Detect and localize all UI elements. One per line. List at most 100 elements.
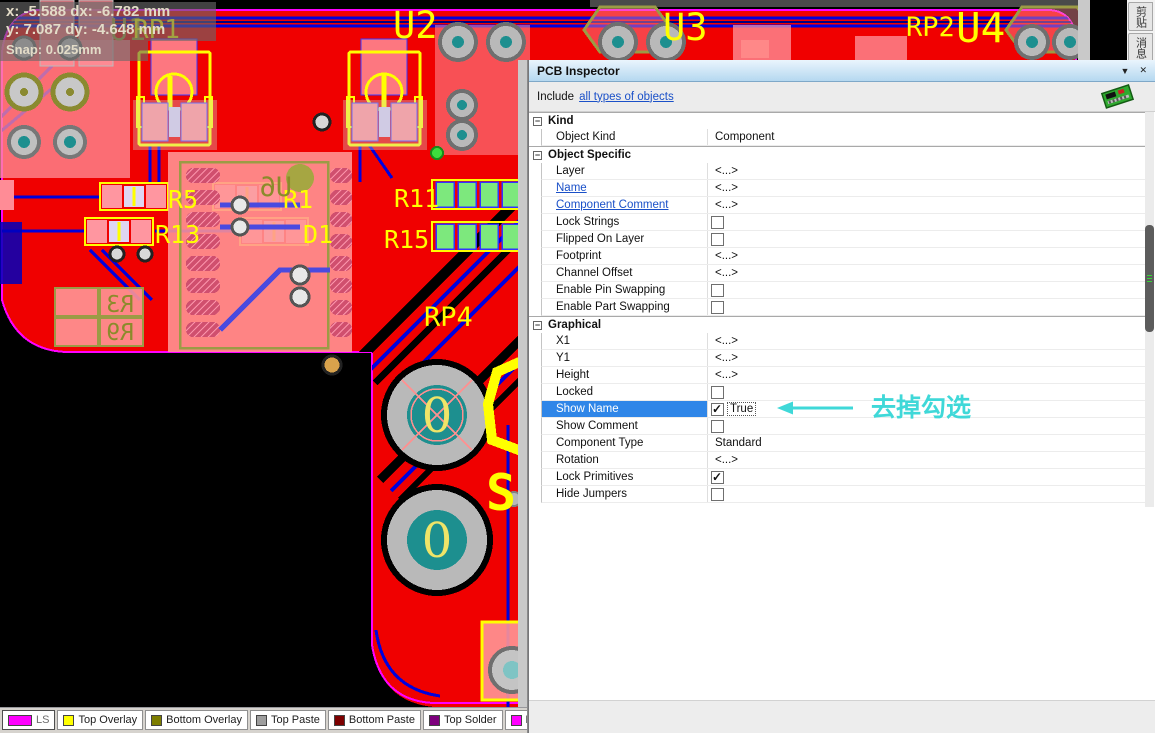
- prop-value: <...>: [715, 369, 738, 381]
- panel-header[interactable]: PCB Inspector ▼ ✕: [529, 60, 1155, 82]
- prop-row-component-comment[interactable]: Component Comment<...>: [541, 197, 1145, 214]
- prop-value: Component: [715, 131, 774, 143]
- prop-value-cell[interactable]: Component: [708, 129, 1145, 145]
- label-r9-mirrored: R9: [106, 320, 134, 346]
- side-panel-tab[interactable]: 剪贴: [1128, 2, 1153, 31]
- prop-row-channel-offset[interactable]: Channel Offset<...>: [541, 265, 1145, 282]
- checkbox-enable-part-swapping[interactable]: [711, 301, 724, 314]
- prop-value-cell[interactable]: Standard: [708, 435, 1145, 451]
- layer-color-swatch: [429, 715, 440, 726]
- hole-bottom-zero: 0: [422, 513, 453, 569]
- prop-value-cell[interactable]: <...>: [708, 333, 1145, 349]
- prop-row-height[interactable]: Height<...>: [541, 367, 1145, 384]
- checkbox-hide-jumpers[interactable]: [711, 488, 724, 501]
- prop-value-cell[interactable]: <...>: [708, 350, 1145, 366]
- layer-tab-label: Bottom Paste: [349, 714, 415, 726]
- prop-row-flipped-on-layer[interactable]: Flipped On Layer: [541, 231, 1145, 248]
- checkbox-enable-pin-swapping[interactable]: [711, 284, 724, 297]
- prop-label: Locked: [542, 384, 708, 400]
- prop-row-enable-part-swapping[interactable]: Enable Part Swapping: [541, 299, 1145, 316]
- prop-row-name[interactable]: Name<...>: [541, 180, 1145, 197]
- hud-snap-line: Snap: 0.025mm: [0, 41, 148, 61]
- checkbox-show-name[interactable]: [711, 403, 724, 416]
- label-r11: R11: [394, 184, 439, 213]
- right-panel-tabs: 剪贴消息: [1127, 0, 1155, 64]
- checkbox-show-comment[interactable]: [711, 420, 724, 433]
- layer-tab-ls[interactable]: LS: [2, 710, 55, 730]
- prop-value-cell[interactable]: <...>: [708, 180, 1145, 196]
- pcb-vscrollbar[interactable]: [1078, 0, 1090, 62]
- prop-value-cell[interactable]: [708, 299, 1145, 315]
- prop-row-lock-primitives[interactable]: Lock Primitives: [541, 469, 1145, 486]
- panel-menu-icon[interactable]: ▼: [1121, 66, 1130, 76]
- prop-row-lock-strings[interactable]: Lock Strings: [541, 214, 1145, 231]
- hole-top-zero: 0: [422, 388, 453, 444]
- prop-value-cell[interactable]: [708, 469, 1145, 485]
- prop-row-x1[interactable]: X1<...>: [541, 333, 1145, 350]
- inspector-scrollbar[interactable]: [1145, 112, 1154, 507]
- prop-row-object-kind[interactable]: Object KindComponent: [541, 129, 1145, 146]
- prop-label: Show Name: [542, 401, 708, 417]
- pcb-board-icon: [1099, 81, 1135, 112]
- layer-tab-top-solder[interactable]: Top Solder: [423, 710, 503, 730]
- layer-tab-bottom-overlay[interactable]: Bottom Overlay: [145, 710, 248, 730]
- close-icon[interactable]: ✕: [1139, 65, 1147, 76]
- checkbox-lock-strings[interactable]: [711, 216, 724, 229]
- collapse-icon[interactable]: [533, 151, 542, 160]
- prop-label[interactable]: Name: [542, 180, 708, 196]
- prop-value-cell[interactable]: [708, 231, 1145, 247]
- prop-label: Component Type: [542, 435, 708, 451]
- prop-label[interactable]: Component Comment: [542, 197, 708, 213]
- hud-y-line: y: 7.087 dy: -4.648 mm: [6, 21, 208, 39]
- prop-value-cell[interactable]: <...>: [708, 367, 1145, 383]
- prop-value-cell[interactable]: <...>: [708, 248, 1145, 264]
- include-row: Include all types of objects: [529, 82, 1155, 112]
- layer-tab-top-overlay[interactable]: Top Overlay: [57, 710, 143, 730]
- layer-tab-top-paste[interactable]: Top Paste: [250, 710, 326, 730]
- prop-value-cell[interactable]: <...>: [708, 265, 1145, 281]
- prop-value: <...>: [715, 250, 738, 262]
- checkbox-locked[interactable]: [711, 386, 724, 399]
- prop-value-cell[interactable]: <...>: [708, 163, 1145, 179]
- prop-row-show-comment[interactable]: Show Comment: [541, 418, 1145, 435]
- label-s: S: [486, 464, 516, 522]
- side-panel-tab[interactable]: 消息: [1128, 33, 1153, 62]
- layer-color-swatch: [511, 715, 522, 726]
- prop-value-cell[interactable]: [708, 214, 1145, 230]
- prop-row-y1[interactable]: Y1<...>: [541, 350, 1145, 367]
- label-d1: D1: [303, 220, 333, 249]
- scrollbar-thumb[interactable]: [1145, 225, 1154, 332]
- prop-row-footprint[interactable]: Footprint<...>: [541, 248, 1145, 265]
- layer-tab-label: Top Paste: [271, 714, 320, 726]
- annotation-arrow-icon: [777, 400, 855, 416]
- include-label: Include: [537, 91, 574, 103]
- prop-row-enable-pin-swapping[interactable]: Enable Pin Swapping: [541, 282, 1145, 299]
- prop-value-cell[interactable]: <...>: [708, 452, 1145, 468]
- checkbox-flipped-on-layer[interactable]: [711, 233, 724, 246]
- pcb-inspector-panel: PCB Inspector ▼ ✕ Include all types of o…: [528, 60, 1155, 733]
- checkbox-lock-primitives[interactable]: [711, 471, 724, 484]
- collapse-icon[interactable]: [533, 321, 542, 330]
- prop-value: <...>: [715, 267, 738, 279]
- layer-tab-bottom-paste[interactable]: Bottom Paste: [328, 710, 421, 730]
- include-scope-link[interactable]: all types of objects: [579, 91, 674, 103]
- corner-black: [1090, 0, 1127, 62]
- section-header-kind[interactable]: Kind: [529, 112, 1145, 129]
- layer-tab-bo[interactable]: Bo: [505, 710, 527, 730]
- prop-row-hide-jumpers[interactable]: Hide Jumpers: [541, 486, 1145, 503]
- prop-row-component-type[interactable]: Component TypeStandard: [541, 435, 1145, 452]
- prop-row-rotation[interactable]: Rotation<...>: [541, 452, 1145, 469]
- section-header-graphical[interactable]: Graphical: [529, 316, 1145, 333]
- prop-label: Layer: [542, 163, 708, 179]
- label-rp4: RP4: [424, 302, 473, 333]
- prop-value-cell[interactable]: [708, 282, 1145, 298]
- prop-label: Lock Primitives: [542, 469, 708, 485]
- panel-splitter[interactable]: [518, 60, 528, 733]
- collapse-icon[interactable]: [533, 117, 542, 126]
- prop-value-cell[interactable]: <...>: [708, 197, 1145, 213]
- prop-row-layer[interactable]: Layer<...>: [541, 163, 1145, 180]
- prop-value-cell[interactable]: [708, 486, 1145, 502]
- section-header-object-specific[interactable]: Object Specific: [529, 146, 1145, 163]
- label-r3-mirrored: R3: [106, 292, 134, 318]
- layer-tab-label: Top Overlay: [78, 714, 137, 726]
